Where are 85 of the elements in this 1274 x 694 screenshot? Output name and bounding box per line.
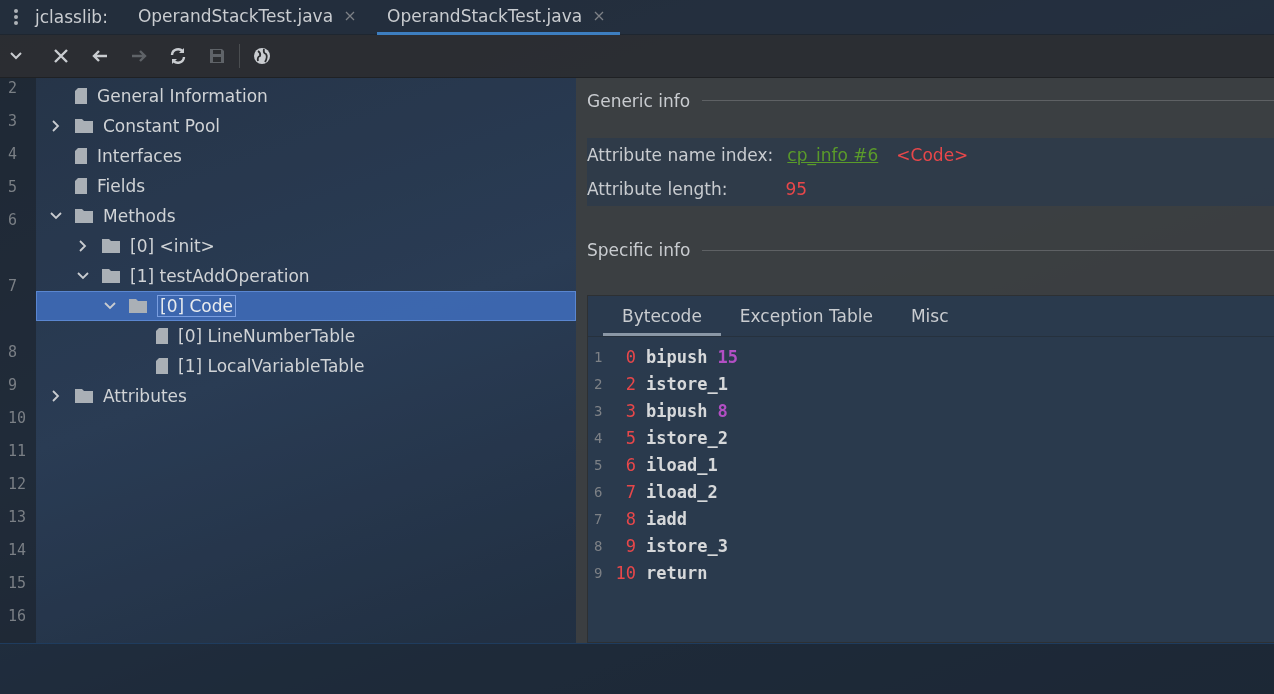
line-number: 2 (593, 375, 604, 392)
opcode: bipush (646, 346, 708, 367)
tree-item[interactable]: [0] Code (157, 295, 236, 317)
opcode: return (646, 562, 708, 583)
panel-tab[interactable]: Misc (891, 296, 968, 336)
tree-item[interactable]: [0] <init> (130, 236, 215, 256)
folder-icon (102, 268, 120, 284)
opcode: iadd (646, 508, 687, 529)
more-options-icon[interactable] (13, 8, 19, 26)
line-number: 4 (7, 144, 19, 165)
line-number: 12 (7, 474, 28, 495)
bytecode-offset: 10 (614, 562, 636, 583)
line-number: 7 (7, 276, 19, 297)
panel-tab[interactable]: Exception Table (720, 296, 892, 336)
line-number: 8 (7, 342, 19, 363)
refresh-icon[interactable] (169, 47, 187, 65)
opcode: iload_1 (646, 454, 718, 475)
tree-item[interactable]: Attributes (103, 386, 187, 406)
close-icon[interactable] (52, 47, 70, 65)
opcode: istore_1 (646, 373, 728, 394)
tree-item[interactable]: [1] testAddOperation (130, 266, 310, 286)
line-number: 5 (7, 177, 19, 198)
line-number: 4 (593, 429, 604, 446)
line-number: 2 (7, 78, 19, 99)
chevron-down-icon[interactable] (10, 52, 22, 60)
section-title: Specific info (587, 240, 691, 261)
file-icon (156, 328, 168, 344)
folder-icon (102, 238, 120, 254)
section-title: Generic info (587, 90, 691, 111)
opcode: istore_3 (646, 535, 728, 556)
field-value: 95 (785, 178, 808, 199)
tree-item[interactable]: Fields (97, 176, 146, 196)
line-number: 3 (7, 111, 19, 132)
opcode: iload_2 (646, 481, 718, 502)
opcode: bipush (646, 400, 708, 421)
line-number: 13 (7, 507, 28, 528)
bytecode-offset: 0 (624, 346, 636, 367)
tree-row-selected[interactable]: [0] Code (36, 291, 576, 321)
field-label: Attribute name index: (587, 144, 774, 165)
line-number: 1 (593, 348, 604, 365)
close-icon[interactable] (345, 11, 356, 21)
line-number: 8 (593, 537, 604, 554)
panel-tab[interactable]: Bytecode (603, 296, 721, 336)
tree-item[interactable]: Methods (103, 206, 176, 226)
folder-icon (129, 298, 147, 314)
folder-icon (75, 118, 93, 134)
line-number: 5 (593, 456, 604, 473)
tab-prefix-label: jclasslib: (35, 7, 108, 27)
tree-item[interactable]: General Information (97, 86, 268, 106)
line-number: 11 (7, 441, 28, 462)
line-number: 15 (7, 573, 28, 594)
globe-icon[interactable] (253, 47, 271, 65)
file-icon (75, 148, 87, 164)
operand: 8 (717, 400, 728, 421)
line-number: 7 (593, 510, 604, 527)
bytecode-offset: 8 (624, 508, 636, 529)
tree-item[interactable]: [0] LineNumberTable (178, 326, 356, 346)
tree-item[interactable]: [1] LocalVariableTable (178, 356, 365, 376)
bytecode-offset: 9 (624, 535, 636, 556)
folder-icon (75, 388, 93, 404)
tree-item[interactable]: Interfaces (97, 146, 182, 166)
opcode: istore_2 (646, 427, 728, 448)
line-number: 6 (593, 483, 604, 500)
tree-item[interactable]: Constant Pool (103, 116, 220, 136)
line-number: 14 (7, 540, 28, 561)
line-number: 16 (7, 606, 28, 627)
line-number: 9 (593, 564, 604, 581)
line-number: 3 (593, 402, 604, 419)
line-number: 10 (7, 408, 28, 429)
field-value: <Code> (896, 144, 969, 165)
folder-icon (75, 208, 93, 224)
file-icon (75, 178, 87, 194)
close-icon[interactable] (594, 10, 605, 21)
bytecode-offset: 2 (624, 373, 636, 394)
line-number: 6 (7, 210, 19, 231)
bytecode-offset: 7 (624, 481, 636, 502)
file-icon (156, 358, 168, 374)
bytecode-offset: 6 (624, 454, 636, 475)
file-icon (75, 88, 87, 104)
editor-tab[interactable]: OperandStackTest.java (127, 0, 372, 34)
line-number: 9 (7, 375, 19, 396)
bytecode-offset: 5 (624, 427, 636, 448)
field-label: Attribute length: (587, 178, 728, 199)
operand: 15 (717, 346, 738, 367)
bytecode-offset: 3 (624, 400, 636, 421)
